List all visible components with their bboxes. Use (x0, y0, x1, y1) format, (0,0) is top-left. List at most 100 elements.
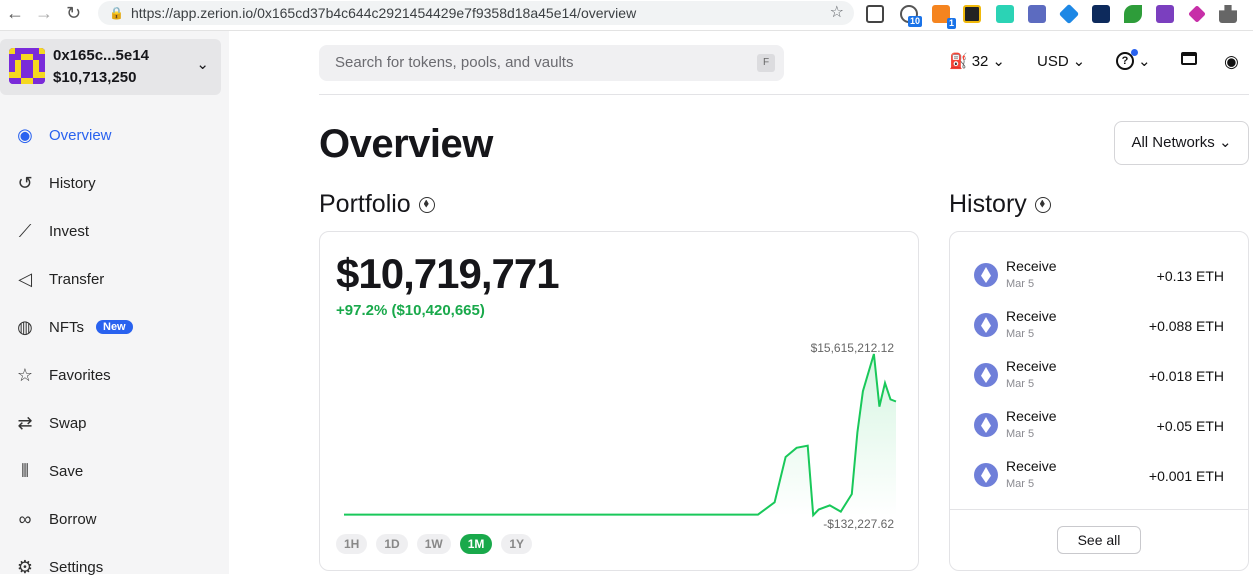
search-placeholder: Search for tokens, pools, and vaults (335, 54, 574, 71)
chart-series-line (344, 353, 897, 518)
help-icon: ? (1116, 49, 1138, 70)
gas-pump-icon: ⛽ (949, 53, 968, 70)
borrow-icon: ∞ (18, 508, 32, 529)
star-icon: ☆ (16, 364, 34, 385)
sidebar-item-invest[interactable]: ⟋ Invest (14, 216, 89, 246)
help-button[interactable]: ? ⌄ (1116, 49, 1151, 70)
eye-icon: ◉ (17, 124, 33, 145)
page-title: Overview (319, 122, 493, 166)
portfolio-chart[interactable]: $15,615,212.12 -$132,227.62 (320, 232, 920, 532)
sidebar-item-label: Borrow (49, 510, 97, 528)
search-input[interactable]: Search for tokens, pools, and vaults F (319, 45, 784, 81)
see-all-button[interactable]: See all (1057, 526, 1141, 554)
chevron-down-icon: ⌄ (1072, 53, 1086, 70)
sidebar-item-nfts[interactable]: ◍ NFTs New (14, 312, 133, 342)
sidebar: 0x165c...5e14 $10,713,250 ⌄ ◉ Overview ↺… (0, 31, 229, 577)
sidebar-item-history[interactable]: ↺ History (14, 168, 96, 198)
sidebar-item-label: Save (49, 462, 84, 480)
range-button-1y[interactable]: 1Y (501, 534, 533, 554)
history-card: Receive Mar 5 +0.13 ETH Receive Mar 5 +0… (949, 231, 1249, 571)
sidebar-item-label: History (49, 174, 96, 192)
extension-diamond-icon[interactable] (1188, 5, 1206, 23)
currency-value: USD (1037, 52, 1069, 70)
chart-area-fill (344, 354, 896, 516)
bookmark-star-icon[interactable]: ☆ (830, 1, 844, 25)
account-switcher[interactable]: 0x165c...5e14 $10,713,250 ⌄ (0, 39, 221, 95)
portfolio-title: Portfolio (319, 190, 411, 218)
history-amount: +0.018 ETH (1148, 368, 1224, 384)
history-title: History (949, 190, 1027, 218)
ethereum-token-icon (974, 363, 998, 387)
extension-cube-icon[interactable] (866, 5, 884, 23)
history-row[interactable]: Receive Mar 5 +0.018 ETH (974, 358, 1224, 398)
extension-dark-icon[interactable] (1092, 5, 1110, 23)
sidebar-item-label: Swap (49, 414, 87, 432)
network-filter-dropdown[interactable]: All Networks ⌄ (1114, 121, 1249, 165)
reload-icon[interactable]: ↻ (66, 4, 81, 22)
sidebar-item-transfer[interactable]: ◁ Transfer (14, 264, 104, 294)
sidebar-item-label: Invest (49, 222, 90, 240)
chart-max-label: $15,615,212.12 (811, 341, 895, 355)
history-amount: +0.13 ETH (1156, 268, 1224, 284)
history-amount: +0.088 ETH (1148, 318, 1224, 334)
extensions-puzzle-icon[interactable] (1219, 5, 1237, 23)
ethereum-token-icon (974, 413, 998, 437)
metamask-fox-icon[interactable]: 1 (932, 5, 956, 29)
extension-teal-icon[interactable] (996, 5, 1014, 23)
history-divider (950, 509, 1248, 510)
sidebar-item-favorites[interactable]: ☆ Favorites (14, 360, 111, 390)
bars-icon: ⫴ (21, 460, 29, 481)
sidebar-item-borrow[interactable]: ∞ Borrow (14, 504, 97, 534)
sidebar-item-label: Transfer (49, 270, 105, 288)
history-type: Receive (1006, 308, 1057, 324)
history-date: Mar 5 (1006, 478, 1035, 490)
range-button-1d[interactable]: 1D (376, 534, 408, 554)
history-amount: +0.05 ETH (1156, 418, 1224, 434)
history-type: Receive (1006, 458, 1057, 474)
back-icon[interactable]: ← (6, 4, 24, 22)
history-date: Mar 5 (1006, 278, 1035, 290)
history-heading: History (949, 190, 1051, 219)
search-shortcut-key: F (757, 54, 775, 72)
gas-price-value: 32 (971, 52, 989, 70)
avatar (9, 48, 45, 84)
extension-leaf-icon[interactable] (1124, 5, 1142, 23)
portfolio-card: $10,719,771 +97.2% ($10,420,665) $15,615… (319, 231, 919, 571)
forward-icon[interactable]: → (35, 4, 53, 22)
extension-cross-icon[interactable] (1058, 3, 1080, 25)
time-range-selector: 1H 1D 1W 1M 1Y (336, 534, 533, 554)
url-text: https://app.zerion.io/0x165cd37b4c644c29… (131, 5, 637, 21)
address-bar[interactable]: 🔒 https://app.zerion.io/0x165cd37b4c644c… (98, 1, 854, 25)
extension-badge: 10 (907, 16, 922, 27)
browser-toolbar: ← → ↻ 🔒 https://app.zerion.io/0x165cd37b… (0, 0, 1253, 31)
range-button-1h[interactable]: 1H (336, 534, 368, 554)
extension-clock-icon[interactable]: 10 (900, 5, 922, 27)
network-filter-label: All Networks (1131, 134, 1215, 151)
history-row[interactable]: Receive Mar 5 +0.13 ETH (974, 258, 1224, 298)
gas-price-button[interactable]: ⛽ 32 ⌄ (949, 52, 1005, 71)
sidebar-item-settings[interactable]: ⚙ Settings (14, 552, 103, 582)
chevron-down-icon: ⌄ (196, 56, 209, 73)
extension-k-icon[interactable] (1156, 5, 1174, 23)
visibility-button[interactable]: ◉ (1224, 52, 1239, 72)
sidebar-item-overview[interactable]: ◉ Overview (14, 120, 111, 150)
sidebar-item-label: Favorites (49, 366, 111, 384)
range-button-1w[interactable]: 1W (416, 534, 451, 554)
range-button-1m[interactable]: 1M (459, 534, 493, 554)
ethereum-icon (1034, 196, 1051, 213)
history-amount: +0.001 ETH (1148, 468, 1224, 484)
chevron-down-icon: ⌄ (1138, 53, 1151, 70)
wallet-button[interactable] (1181, 52, 1197, 65)
account-address: 0x165c...5e14 (53, 47, 149, 64)
history-date: Mar 5 (1006, 378, 1035, 390)
card-icon (1181, 52, 1197, 65)
history-row[interactable]: Receive Mar 5 +0.001 ETH (974, 458, 1224, 498)
sidebar-item-swap[interactable]: ⇄ Swap (14, 408, 87, 438)
extension-flag-icon[interactable] (1028, 5, 1046, 23)
sidebar-item-save[interactable]: ⫴ Save (14, 456, 83, 486)
currency-selector[interactable]: USD ⌄ (1037, 52, 1086, 71)
history-row[interactable]: Receive Mar 5 +0.088 ETH (974, 308, 1224, 348)
chart-icon: ⟋ (18, 220, 32, 241)
binance-extension-icon[interactable] (963, 5, 981, 23)
history-row[interactable]: Receive Mar 5 +0.05 ETH (974, 408, 1224, 448)
